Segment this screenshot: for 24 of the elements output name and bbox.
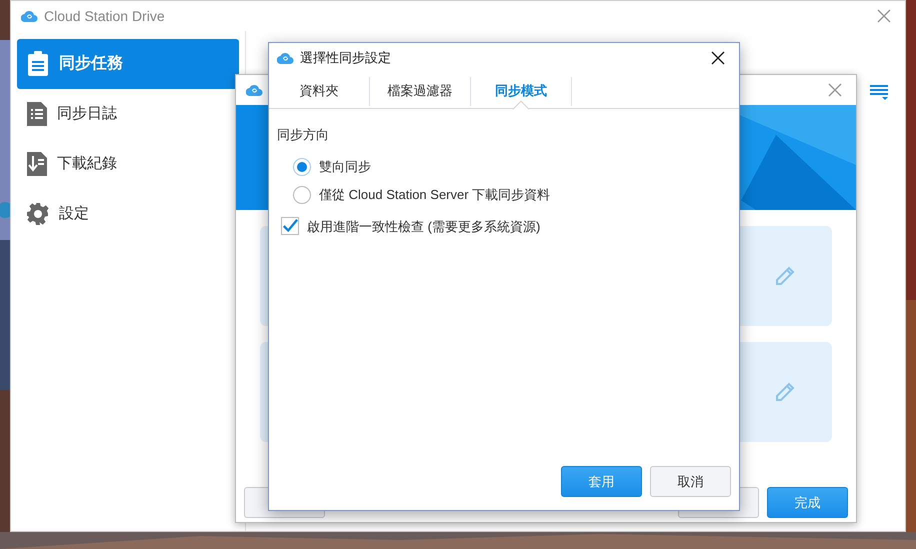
tab[interactable]: 資料夾 (269, 73, 369, 108)
cloud-icon (277, 52, 294, 64)
radio-button[interactable] (293, 158, 311, 176)
tab[interactable]: 檔案過濾器 (370, 73, 470, 108)
section-label: 同步方向 (277, 126, 330, 144)
menu-icon[interactable] (870, 85, 888, 101)
option-label: 雙向同步 (319, 158, 371, 176)
sidebar-item[interactable]: 同步任務 (17, 39, 239, 89)
dialog-title: 選擇性同步設定 (300, 49, 391, 68)
dialog-button[interactable]: 取消 (650, 466, 731, 497)
list-icon (27, 102, 47, 126)
option-label: 僅從 Cloud Station Server 下載同步資料 (319, 186, 550, 204)
pencil-icon[interactable] (774, 265, 796, 287)
checkbox-label: 啟用進階一致性檢查 (需要更多系統資源) (307, 218, 540, 236)
window-title: Cloud Station Drive (44, 6, 165, 26)
cloud-icon (21, 10, 38, 22)
clipboard-icon (27, 51, 49, 77)
cloud-icon (246, 84, 263, 96)
radio-button[interactable] (293, 186, 311, 204)
tab[interactable]: 同步模式 (471, 73, 571, 108)
pencil-icon[interactable] (774, 381, 796, 403)
settings-icon (27, 203, 49, 225)
checkbox[interactable] (281, 217, 299, 236)
download-list-icon (27, 152, 47, 176)
